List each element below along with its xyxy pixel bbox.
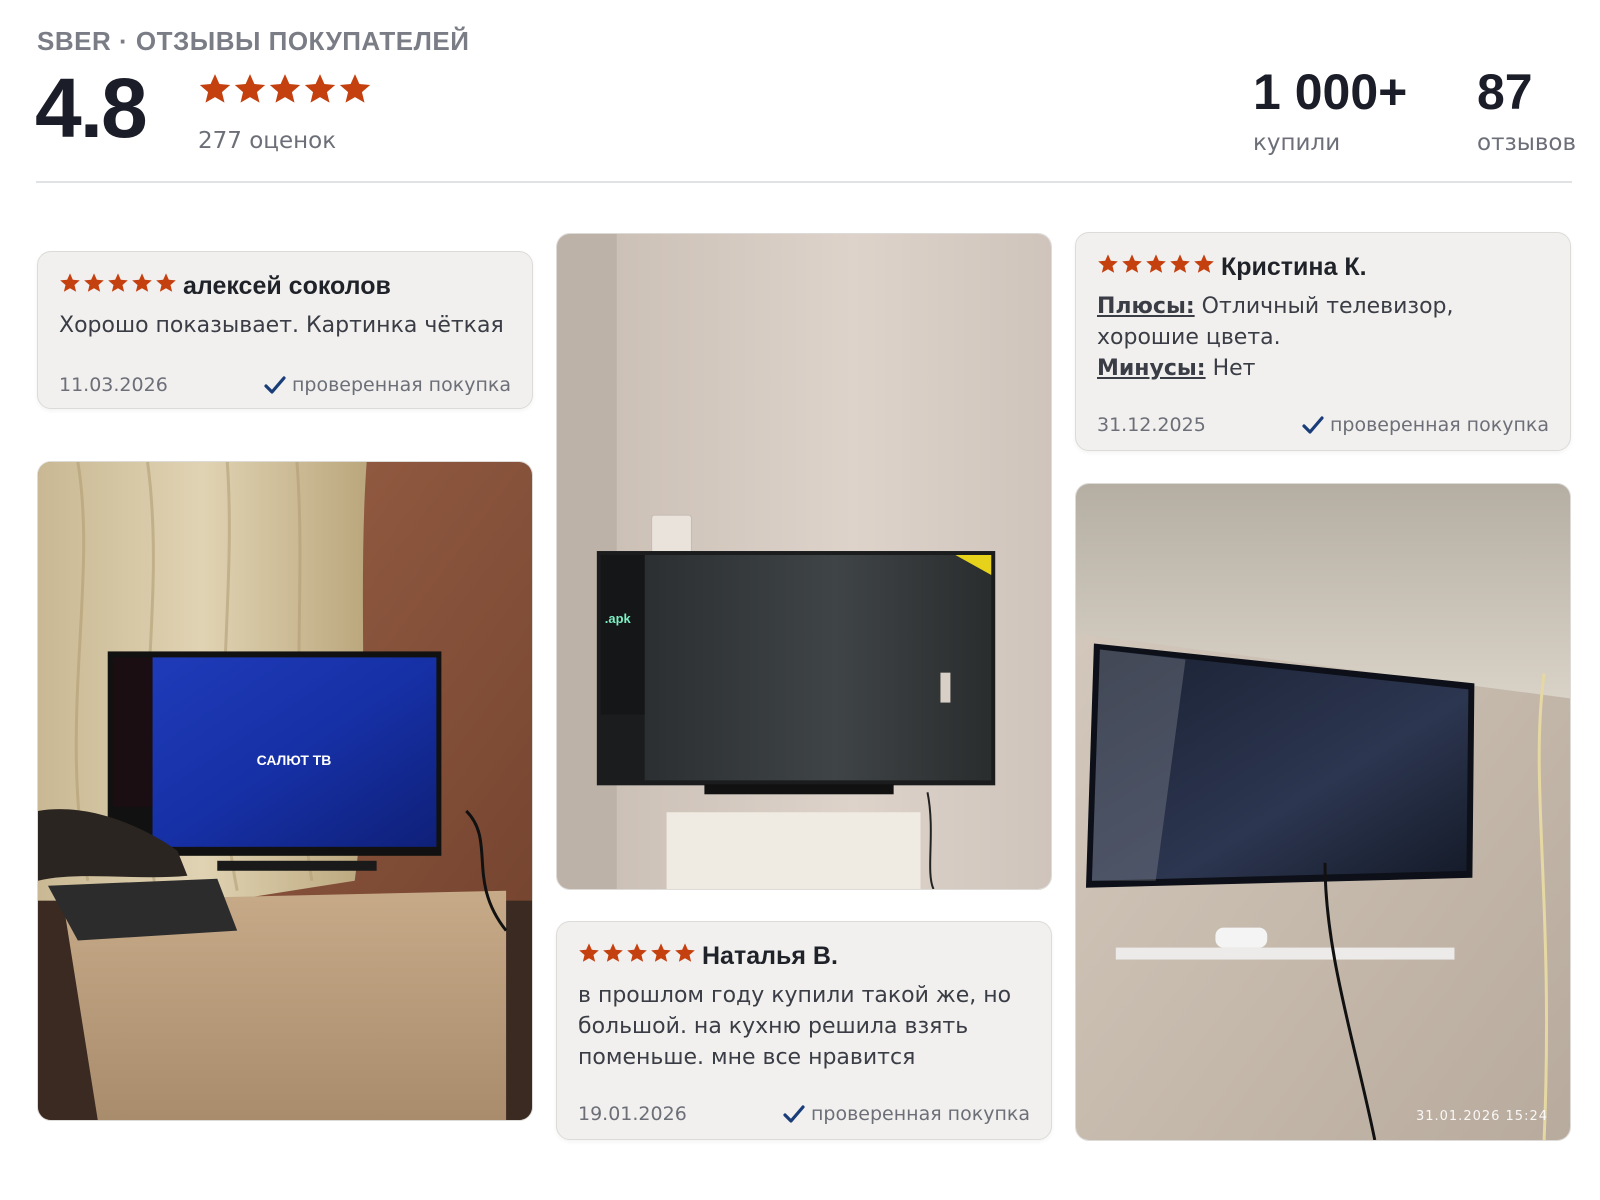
verified-label: проверенная покупка — [810, 1103, 1030, 1125]
star-icon — [269, 74, 301, 103]
star-icon — [1194, 254, 1214, 273]
cons-text: Нет — [1212, 356, 1256, 381]
star-icon — [651, 943, 671, 962]
verified-badge: проверенная покупка — [264, 374, 511, 396]
review-card[interactable]: Наталья В. в прошлом году купили такой ж… — [556, 921, 1052, 1140]
rating-count: 277 оценок — [198, 128, 337, 154]
stat-reviews: 87 отзывов — [1477, 62, 1576, 156]
review-card[interactable]: Кристина К. Плюсы: Отличный телевизор, х… — [1075, 232, 1571, 451]
apk-label: .apk — [605, 611, 632, 626]
header-star-rating — [198, 72, 373, 106]
star-icon — [1146, 254, 1166, 273]
cons-label: Минусы: — [1097, 356, 1206, 381]
header-divider — [36, 181, 1572, 183]
tv-screen-text: САЛЮТ ТВ — [257, 752, 332, 768]
brand-title: SBER · ОТЗЫВЫ ПОКУПАТЕЛЕЙ — [37, 26, 470, 56]
star-icon — [1122, 254, 1142, 273]
review-author: алексей соколов — [183, 272, 391, 300]
verified-badge: проверенная покупка — [783, 1103, 1030, 1125]
review-text: в прошлом году купили такой же, но больш… — [578, 983, 1012, 1070]
review-date: 31.12.2025 — [1097, 414, 1206, 436]
review-date: 19.01.2026 — [578, 1103, 687, 1125]
stat-bought-value: 1 000+ — [1253, 64, 1408, 120]
photo-timestamp: 31.01.2026 15:24 — [1415, 1109, 1548, 1124]
stat-reviews-value: 87 — [1477, 64, 1533, 120]
star-icon — [339, 74, 371, 103]
pros-label: Плюсы: — [1097, 294, 1195, 319]
review-author: Кристина К. — [1221, 253, 1367, 281]
review-author: Наталья В. — [702, 942, 838, 970]
star-icon — [234, 74, 266, 103]
review-stars — [59, 272, 179, 294]
star-icon — [675, 943, 695, 962]
star-icon — [603, 943, 623, 962]
checkmark-icon — [1302, 416, 1324, 436]
review-photo-tv-living-room[interactable]: САЛЮТ ТВ — [37, 461, 533, 1121]
checkmark-icon — [264, 376, 286, 396]
star-icon — [60, 273, 80, 292]
star-icon — [132, 273, 152, 292]
stat-bought: 1 000+ купили — [1253, 62, 1407, 156]
verified-label: проверенная покупка — [291, 374, 511, 396]
stat-reviews-label: отзывов — [1477, 130, 1577, 156]
review-photo-tv-wall[interactable]: .apk — [556, 233, 1052, 890]
checkmark-icon — [783, 1105, 805, 1125]
star-icon — [627, 943, 647, 962]
review-photo-tv-wall-mounted[interactable]: 31.01.2026 15:24 — [1075, 483, 1571, 1141]
star-icon — [108, 273, 128, 292]
stat-bought-label: купили — [1253, 130, 1341, 156]
star-icon — [156, 273, 176, 292]
review-text: Плюсы: Отличный телевизор, хорошие цвета… — [1097, 291, 1552, 384]
average-rating: 4.8 — [35, 61, 148, 155]
review-text: Хорошо показывает. Картинка чёткая — [59, 313, 504, 338]
star-icon — [84, 273, 104, 292]
verified-badge: проверенная покупка — [1302, 414, 1549, 436]
review-stars — [1097, 253, 1217, 275]
verified-label: проверенная покупка — [1329, 414, 1549, 436]
review-stars — [578, 942, 698, 964]
star-icon — [1170, 254, 1190, 273]
review-date: 11.03.2026 — [59, 374, 168, 396]
star-icon — [199, 74, 231, 103]
review-card[interactable]: алексей соколов Хорошо показывает. Карти… — [37, 251, 533, 409]
star-icon — [304, 74, 336, 103]
star-icon — [579, 943, 599, 962]
star-icon — [1098, 254, 1118, 273]
